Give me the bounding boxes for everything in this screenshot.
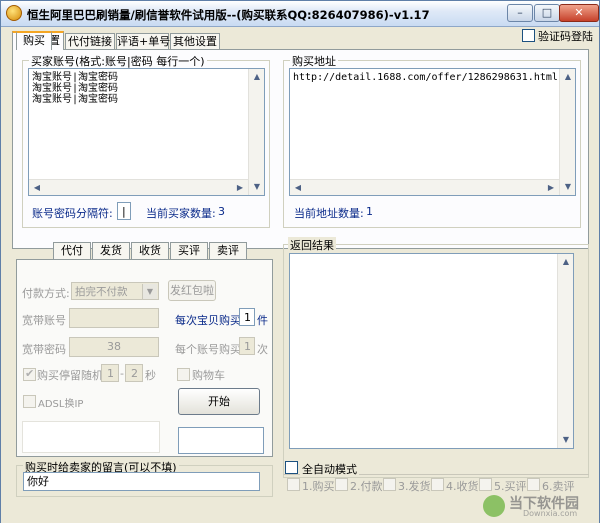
random-pause-dash: - — [120, 367, 124, 380]
per-account-buy-unit: 次 — [257, 343, 268, 356]
result-vscroll[interactable]: ▲ ▼ — [557, 254, 573, 448]
buyer-accounts-label: 买家账号(格式:账号|密码 每行一个) — [29, 53, 207, 69]
random-pause-unit: 秒 — [145, 369, 156, 382]
adsl-status-box — [22, 421, 160, 453]
auto-step-seller-review-label: 6.卖评 — [542, 480, 575, 493]
buyer-count-label: 当前买家数量: — [146, 207, 216, 220]
cart-checkbox[interactable] — [177, 368, 190, 381]
url-count-value: 1 — [366, 205, 373, 218]
purchase-url-text: http://detail.1688.com/offer/1286298631.… — [293, 72, 558, 83]
scroll-up-icon[interactable]: ▲ — [558, 254, 573, 270]
payment-method-label: 付款方式: — [22, 287, 70, 300]
watermark-logo-icon — [483, 495, 505, 517]
adsl-checkbox[interactable] — [23, 395, 36, 408]
result-textarea[interactable]: ▲ ▼ — [289, 253, 574, 449]
watermark-subtitle: Downxia.com — [523, 509, 578, 518]
per-account-buy-input[interactable]: 1 — [239, 337, 255, 355]
site-watermark: 当下软件园 Downxia.com — [483, 493, 593, 519]
tab-buy[interactable]: 购买 — [16, 31, 52, 50]
payment-method-select[interactable]: 拍完不付款 ▼ — [71, 282, 159, 300]
title-bar[interactable]: 恒生阿里巴巴刷销量/刷信誉软件试用版--(购买联系QQ:826407986)-v… — [1, 1, 599, 27]
adsl-label: ADSL换IP — [38, 399, 84, 410]
send-redpacket-button[interactable]: 发红包啦 — [168, 280, 216, 301]
check-mark-icon: ✔ — [25, 367, 35, 380]
maximize-button[interactable]: □ — [534, 4, 560, 22]
auto-step-pay-checkbox[interactable] — [335, 478, 348, 491]
scroll-right-icon[interactable]: ▶ — [543, 180, 559, 195]
scroll-down-icon[interactable]: ▼ — [558, 432, 573, 448]
auto-step-buyer-review-checkbox[interactable] — [479, 478, 492, 491]
minimize-button[interactable]: – — [507, 4, 533, 22]
purchase-url-vscroll[interactable]: ▲ ▼ — [559, 69, 575, 195]
app-icon — [6, 5, 22, 21]
broadband-account-input[interactable] — [69, 308, 159, 328]
captcha-login-label: 验证码登陆 — [538, 30, 593, 43]
per-item-buy-input[interactable]: 1 — [239, 308, 255, 326]
broadband-account-label: 宽带账号 — [22, 314, 66, 327]
auto-mode-label: 全自动模式 — [300, 461, 359, 477]
tab-review-number[interactable]: 评语+单号 — [116, 33, 170, 50]
buyer-count-value: 3 — [218, 205, 225, 218]
scroll-up-icon[interactable]: ▲ — [249, 69, 264, 85]
auto-mode-checkbox[interactable] — [285, 461, 298, 474]
per-item-buy-label: 每次宝贝购买 — [175, 314, 241, 327]
app-window: 恒生阿里巴巴刷销量/刷信誉软件试用版--(购买联系QQ:826407986)-v… — [0, 0, 600, 523]
scroll-left-icon[interactable]: ◀ — [29, 180, 45, 195]
random-pause-label: 购买停留随机 — [37, 369, 103, 382]
tab-other-settings[interactable]: 其他设置 — [170, 33, 220, 50]
separator-label: 账号密码分隔符: — [32, 207, 113, 220]
tab-ship[interactable]: 发货 — [92, 242, 130, 259]
buyer-accounts-textarea[interactable]: 淘宝账号|淘宝密码 淘宝账号|淘宝密码 淘宝账号|淘宝密码 ▲ ▼ ◀ ▶ — [28, 68, 265, 196]
result-label: 返回结果 — [288, 237, 336, 253]
window-body: 购买设置 代付链接 评语+单号 其他设置 验证码登陆 买家账号(格式:账号|密码… — [1, 28, 599, 523]
close-button[interactable]: ✕ — [559, 4, 599, 22]
auto-step-receive-label: 4.收货 — [446, 480, 479, 493]
broadband-password-input[interactable]: 38 — [69, 337, 159, 357]
random-pause-checkbox[interactable]: ✔ — [23, 367, 36, 381]
per-item-buy-unit: 件 — [257, 314, 268, 327]
auto-step-buy-checkbox[interactable] — [287, 478, 300, 491]
start-status-box — [178, 427, 264, 454]
scroll-up-icon[interactable]: ▲ — [560, 69, 575, 85]
tab-seller-review[interactable]: 卖评 — [209, 242, 247, 259]
start-button[interactable]: 开始 — [178, 388, 260, 415]
scroll-down-icon[interactable]: ▼ — [249, 179, 264, 195]
buyer-accounts-vscroll[interactable]: ▲ ▼ — [248, 69, 264, 195]
captcha-login-checkbox[interactable] — [522, 29, 535, 42]
tab-buyer-review[interactable]: 买评 — [170, 242, 208, 259]
buy-panel: 付款方式: 拍完不付款 ▼ 发红包啦 宽带账号 每次宝贝购买 1 件 宽带密码 … — [16, 259, 273, 457]
url-count-label: 当前地址数量: — [294, 207, 364, 220]
random-pause-to-input[interactable]: 2 — [125, 364, 143, 382]
scroll-left-icon[interactable]: ◀ — [290, 180, 306, 195]
broadband-password-label: 宽带密码 — [22, 343, 66, 356]
per-account-buy-label: 每个账号购买 — [175, 343, 241, 356]
auto-step-ship-label: 3.发货 — [398, 480, 431, 493]
purchase-url-label: 购买地址 — [290, 53, 338, 69]
scroll-down-icon[interactable]: ▼ — [560, 179, 575, 195]
random-pause-from-input[interactable]: 1 — [101, 364, 119, 382]
purchase-settings-panel: 买家账号(格式:账号|密码 每行一个) 淘宝账号|淘宝密码 淘宝账号|淘宝密码 … — [12, 49, 589, 249]
auto-step-buy-label: 1.购买 — [302, 480, 335, 493]
window-title: 恒生阿里巴巴刷销量/刷信誉软件试用版--(购买联系QQ:826407986)-v… — [27, 8, 430, 22]
buyer-accounts-hscroll[interactable]: ◀ ▶ — [29, 179, 248, 195]
auto-step-receive-checkbox[interactable] — [431, 478, 444, 491]
auto-step-seller-review-checkbox[interactable] — [527, 478, 540, 491]
cart-label: 购物车 — [192, 369, 225, 382]
auto-step-ship-checkbox[interactable] — [383, 478, 396, 491]
buyer-accounts-text: 淘宝账号|淘宝密码 淘宝账号|淘宝密码 淘宝账号|淘宝密码 — [32, 72, 119, 105]
tab-pay[interactable]: 代付 — [53, 242, 91, 259]
tab-proxy-link[interactable]: 代付链接 — [65, 33, 115, 50]
scroll-right-icon[interactable]: ▶ — [232, 180, 248, 195]
payment-method-value: 拍完不付款 — [75, 286, 128, 298]
purchase-url-textarea[interactable]: http://detail.1688.com/offer/1286298631.… — [289, 68, 576, 196]
purchase-url-hscroll[interactable]: ◀ ▶ — [290, 179, 559, 195]
auto-step-buyer-review-label: 5.买评 — [494, 480, 527, 493]
chevron-down-icon[interactable]: ▼ — [142, 284, 157, 299]
auto-step-pay-label: 2.付款 — [350, 480, 383, 493]
tab-receive[interactable]: 收货 — [131, 242, 169, 259]
separator-input[interactable]: | — [117, 202, 131, 220]
message-input[interactable]: 你好 — [23, 472, 260, 491]
